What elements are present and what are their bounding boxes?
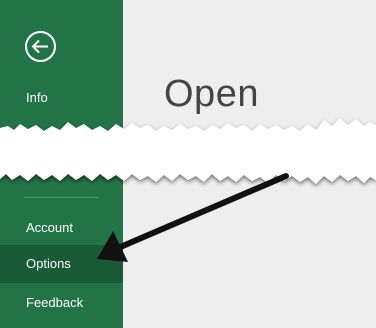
backstage-sidebar: Info Account Options Feedback xyxy=(0,0,123,328)
sidebar-item-label: Account xyxy=(26,220,73,235)
sidebar-item-label: Options xyxy=(26,256,71,271)
sidebar-item-info[interactable]: Info xyxy=(0,88,123,108)
sidebar-item-label: Feedback xyxy=(26,295,84,310)
back-arrow-circle-icon xyxy=(25,31,56,62)
sidebar-item-label: Info xyxy=(26,90,48,105)
sidebar-item-account[interactable]: Account xyxy=(0,218,123,238)
page-title: Open xyxy=(164,73,259,115)
sidebar-divider xyxy=(24,197,99,198)
sidebar-item-options[interactable]: Options xyxy=(0,245,123,283)
sidebar-item-feedback[interactable]: Feedback xyxy=(0,293,123,313)
backstage-main-panel xyxy=(123,0,376,328)
back-button[interactable] xyxy=(24,30,57,63)
